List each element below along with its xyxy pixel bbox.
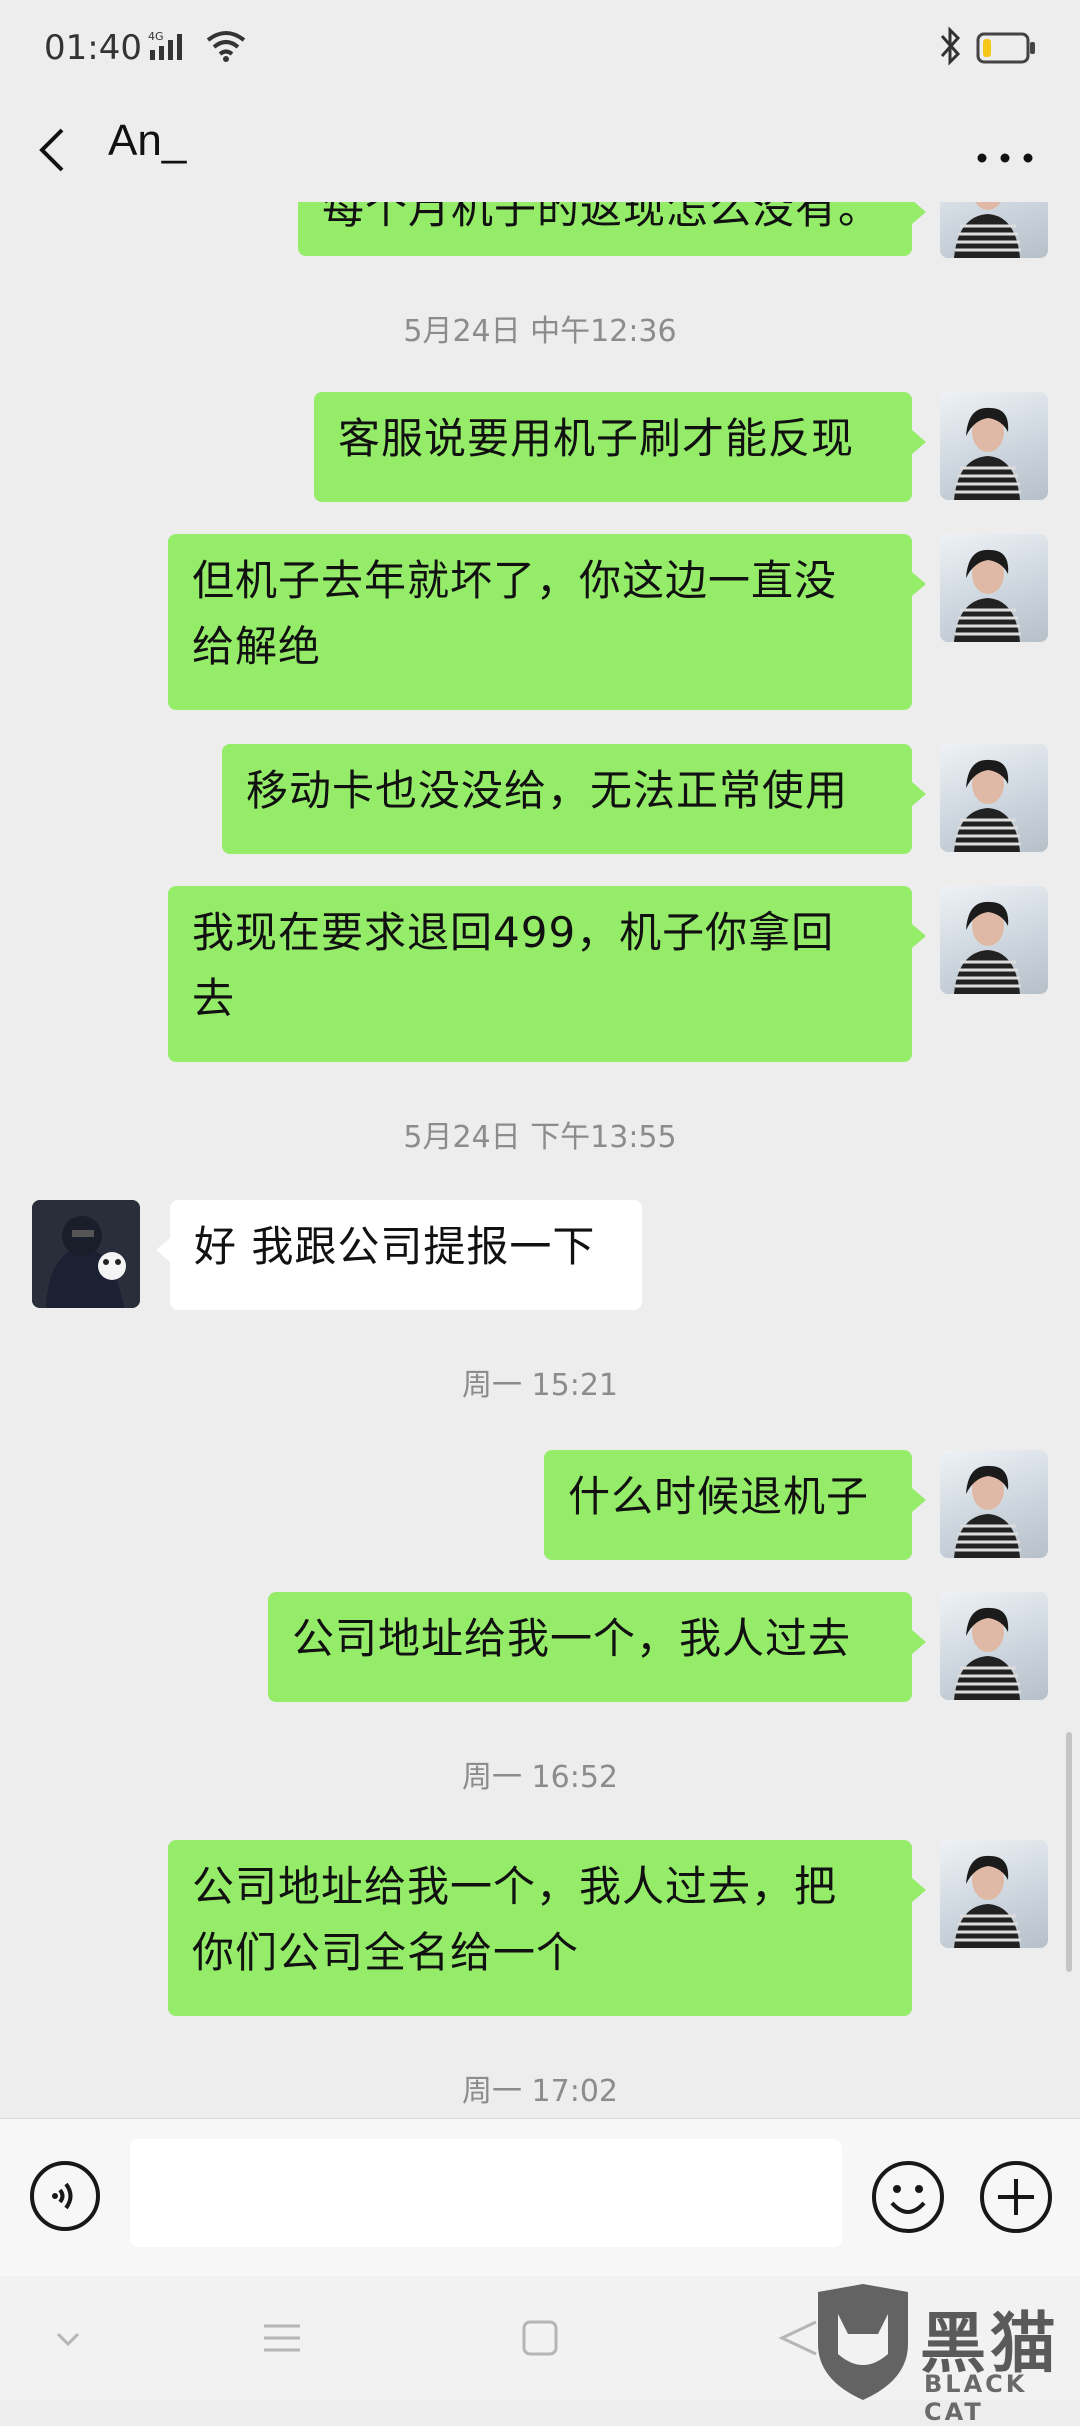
message-text-line: 去 xyxy=(192,974,236,1023)
emoji-button[interactable] xyxy=(870,2159,946,2235)
message-text: 什么时候退机子 xyxy=(568,1472,870,1521)
message-bubble-out[interactable]: 每个月机子的返现怎么没有。 xyxy=(298,202,926,256)
menu-icon xyxy=(264,2324,300,2352)
bluetooth-icon xyxy=(938,26,964,70)
back-button[interactable] xyxy=(32,112,102,188)
avatar-me[interactable] xyxy=(940,1592,1048,1700)
message-input[interactable] xyxy=(130,2139,842,2247)
chat-title: An_ xyxy=(108,116,187,165)
home-icon xyxy=(522,2320,558,2356)
user-photo-icon xyxy=(954,1465,1021,1558)
message-bubble-out[interactable]: 客服说要用机子刷才能反现 xyxy=(314,392,926,502)
avatar-me[interactable] xyxy=(940,1840,1048,1948)
message-text-line: 但机子去年就坏了，你这边一直没 xyxy=(192,556,838,605)
user-photo-icon xyxy=(954,407,1021,500)
message-text-line: 我现在要求退回499，机子你拿回 xyxy=(192,908,835,957)
message-bubble-out[interactable]: 公司地址给我一个，我人过去 xyxy=(268,1592,926,1702)
avatar-me[interactable] xyxy=(940,202,1048,258)
collapse-nav-button[interactable] xyxy=(38,2312,98,2364)
contact-photo-icon xyxy=(32,1200,140,1308)
user-photo-icon xyxy=(954,1855,1021,1948)
message-bubble-out[interactable]: 什么时候退机子 xyxy=(544,1450,926,1560)
message-bubble-out[interactable]: 但机子去年就坏了，你这边一直没 给解绝 xyxy=(168,534,926,710)
message-bubble-out[interactable]: 移动卡也没没给，无法正常使用 xyxy=(222,744,926,854)
voice-button[interactable] xyxy=(28,2159,102,2233)
avatar-me[interactable] xyxy=(940,534,1048,642)
chat-message-list[interactable]: 每个月机子的返现怎么没有。 5月24日 中午12:36 客服说要用机子刷才能反现… xyxy=(0,202,1080,2118)
menu-nav-button[interactable] xyxy=(252,2312,312,2364)
message-bubble-in[interactable]: 好 我跟公司提报一下 xyxy=(156,1200,642,1310)
user-photo-icon xyxy=(954,759,1021,852)
home-nav-button[interactable] xyxy=(510,2312,570,2364)
cat-shield-logo-icon xyxy=(818,2284,908,2400)
watermark-subtitle: BLACK CAT xyxy=(924,2370,1028,2426)
status-time: 01:40 xyxy=(44,28,142,68)
input-bar xyxy=(0,2118,1080,2277)
message-bubble-out[interactable]: 我现在要求退回499，机子你拿回 去 xyxy=(168,886,926,1062)
message-text: 移动卡也没没给，无法正常使用 xyxy=(246,766,849,815)
user-photo-icon xyxy=(954,202,1021,258)
message-text: 公司地址给我一个，我人过去 xyxy=(292,1614,852,1663)
avatar-me[interactable] xyxy=(940,886,1048,994)
avatar-me[interactable] xyxy=(940,1450,1048,1558)
user-photo-icon xyxy=(954,1607,1021,1700)
timestamp: 周一 17:02 xyxy=(462,2074,618,2109)
avatar-me[interactable] xyxy=(940,392,1048,500)
voice-icon xyxy=(30,2161,100,2231)
timestamp: 周一 16:52 xyxy=(462,1760,618,1795)
network-type-label: 4G xyxy=(148,30,164,43)
wifi-icon xyxy=(206,30,246,66)
user-photo-icon xyxy=(954,549,1021,642)
avatar-me[interactable] xyxy=(940,744,1048,852)
status-bar: 01:40 4G xyxy=(0,0,1080,98)
signal-icon: 4G xyxy=(148,30,194,66)
message-text: 客服说要用机子刷才能反现 xyxy=(338,414,855,463)
timestamp: 5月24日 中午12:36 xyxy=(403,314,677,349)
timestamp: 周一 15:21 xyxy=(462,1368,618,1403)
avatar-contact[interactable] xyxy=(32,1200,140,1308)
message-text-line: 给解绝 xyxy=(192,622,322,671)
more-button[interactable] xyxy=(960,118,1050,178)
emoji-icon xyxy=(872,2161,944,2233)
message-text: 每个月机子的返现怎么没有。 xyxy=(322,202,882,233)
black-cat-watermark: 黑猫 BLACK CAT xyxy=(808,2284,1080,2426)
more-dots-icon xyxy=(977,153,1033,163)
chevron-left-icon xyxy=(39,128,64,172)
message-text-line: 公司地址给我一个，我人过去，把 xyxy=(192,1862,838,1911)
message-bubble-out[interactable]: 公司地址给我一个，我人过去，把 你们公司全名给一个 xyxy=(168,1840,926,2016)
user-photo-icon xyxy=(954,901,1021,994)
message-text-line: 你们公司全名给一个 xyxy=(192,1928,580,1977)
collapse-icon xyxy=(56,2332,80,2347)
chat-header: An_ xyxy=(0,98,1080,202)
more-functions-button[interactable] xyxy=(978,2159,1054,2235)
message-text: 好 我跟公司提报一下 xyxy=(194,1222,596,1271)
chat-scrollbar[interactable] xyxy=(1066,1732,1072,1972)
timestamp: 5月24日 下午13:55 xyxy=(403,1120,677,1155)
plus-icon xyxy=(980,2161,1052,2233)
battery-icon xyxy=(976,32,1036,68)
